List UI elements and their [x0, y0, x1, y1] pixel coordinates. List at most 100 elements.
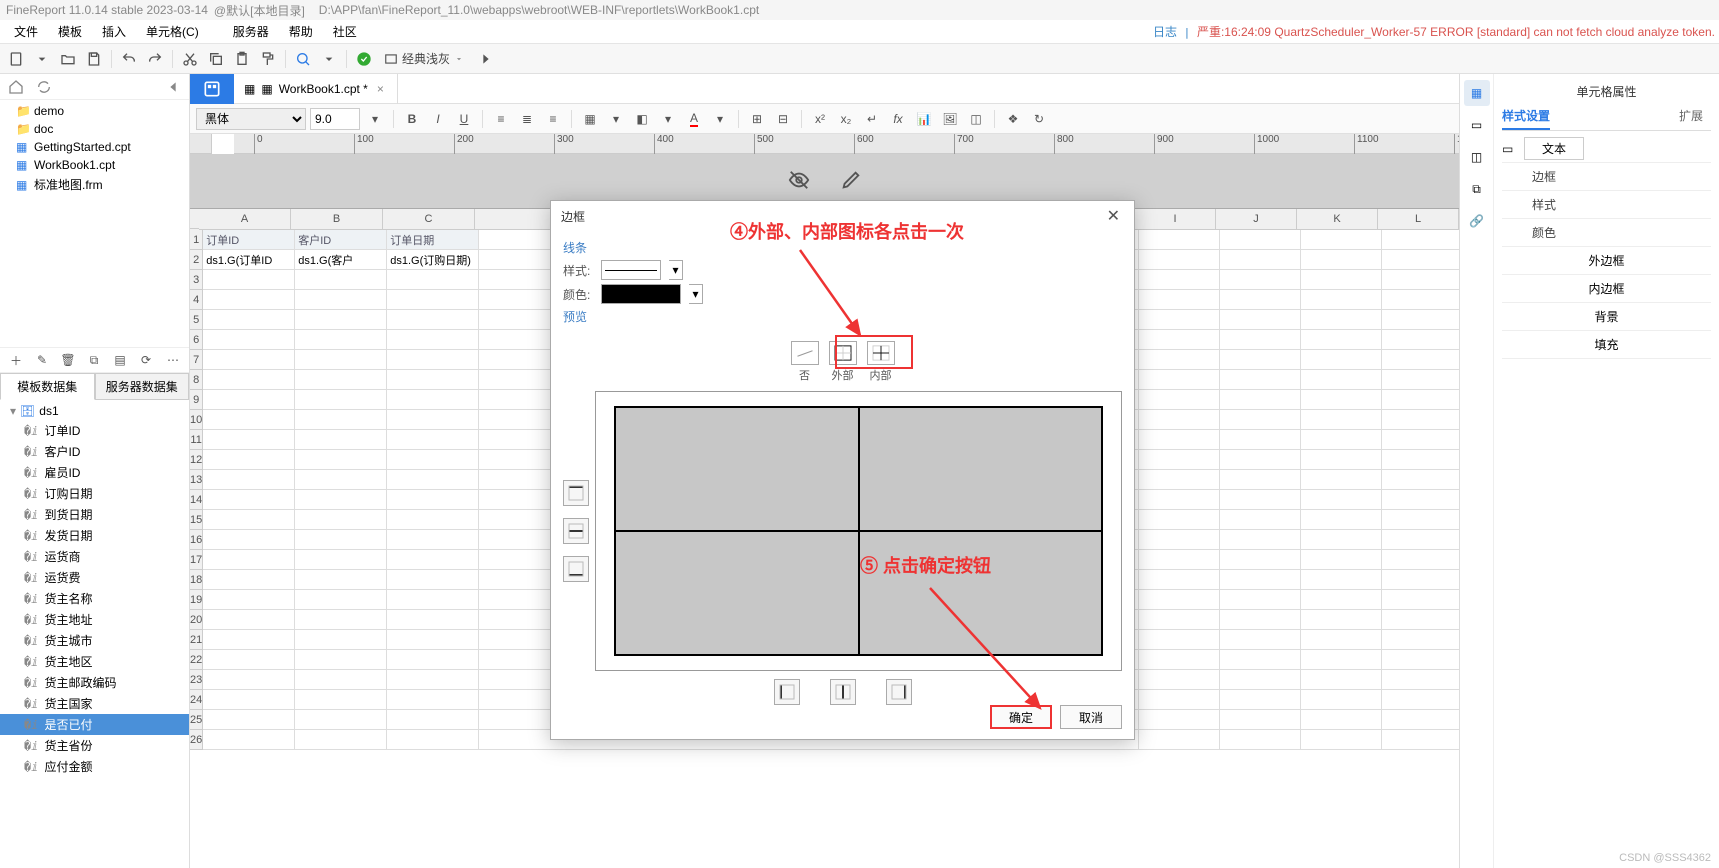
italic-icon[interactable]: I	[427, 108, 449, 130]
cancel-button[interactable]: 取消	[1060, 705, 1122, 729]
tree-file-workbook1[interactable]: ▦WorkBook1.cpt	[0, 156, 189, 174]
close-tab-icon[interactable]: ×	[374, 82, 387, 96]
rp-item-bg[interactable]: 背景	[1594, 308, 1618, 325]
field-货主地区[interactable]: �ⅈ货主地区	[0, 651, 189, 672]
ds-more-icon[interactable]: ⋯	[161, 348, 185, 372]
line-style-dropdown-icon[interactable]: ▾	[669, 260, 683, 280]
tree-folder-demo[interactable]: 📁demo	[0, 102, 189, 120]
menu-community[interactable]: 社区	[323, 20, 367, 43]
font-color-icon[interactable]: A	[683, 108, 705, 130]
border-icon[interactable]: ▦	[579, 108, 601, 130]
theme-selector[interactable]: 经典浅灰	[378, 50, 470, 67]
tab-server-dataset[interactable]: 服务器数据集	[95, 373, 190, 400]
tree-file-map[interactable]: ▦标准地图.frm	[0, 174, 189, 195]
align-left-icon[interactable]: ≡	[490, 108, 512, 130]
new-icon[interactable]	[4, 47, 28, 71]
copy-icon[interactable]	[204, 47, 228, 71]
field-货主国家[interactable]: �ⅈ货主国家	[0, 693, 189, 714]
collapse-right-icon[interactable]	[474, 47, 498, 71]
field-订购日期[interactable]: �ⅈ订购日期	[0, 483, 189, 504]
menu-insert[interactable]: 插入	[92, 20, 136, 43]
eye-off-icon[interactable]	[788, 169, 810, 194]
rp-item-outer[interactable]: 外边框	[1588, 252, 1624, 269]
tree-file-gettingstarted[interactable]: ▦GettingStarted.cpt	[0, 138, 189, 156]
field-雇员ID[interactable]: �ⅈ雇员ID	[0, 462, 189, 483]
field-货主地址[interactable]: �ⅈ货主地址	[0, 609, 189, 630]
ds-delete-icon[interactable]: 🗑	[56, 348, 80, 372]
start-page-icon[interactable]	[190, 74, 234, 104]
row-headers[interactable]: 1234567891011121314151617181920212223242…	[190, 230, 203, 750]
field-运货商[interactable]: �ⅈ运货商	[0, 546, 189, 567]
color-dropdown-icon[interactable]: ▾	[689, 284, 703, 304]
redo-icon[interactable]	[143, 47, 167, 71]
sup-icon[interactable]: x²	[809, 108, 831, 130]
field-应付金额[interactable]: �ⅈ应付金额	[0, 756, 189, 777]
freeze-icon[interactable]: ❖	[1002, 108, 1024, 130]
field-是否已付[interactable]: �ⅈ是否已付	[0, 714, 189, 735]
rp-tab-expand[interactable]: 扩展	[1671, 103, 1711, 130]
font-color-dropdown-icon[interactable]: ▾	[709, 108, 731, 130]
rp-item-inner[interactable]: 内边框	[1588, 280, 1624, 297]
rp-item-style[interactable]: 样式	[1502, 191, 1711, 219]
ds-add-icon[interactable]: ＋	[4, 348, 28, 372]
align-center-icon[interactable]: ≣	[516, 108, 538, 130]
fill-color-icon[interactable]: ◧	[631, 108, 653, 130]
rp-condition-icon[interactable]: ⧉	[1464, 176, 1490, 202]
align-right-icon[interactable]: ≡	[542, 108, 564, 130]
ok-button[interactable]: 确定	[990, 705, 1052, 729]
tab-template-dataset[interactable]: 模板数据集	[0, 373, 95, 400]
tree-folder-doc[interactable]: 📁doc	[0, 120, 189, 138]
font-select[interactable]: 黑体	[196, 108, 306, 130]
field-货主邮政编码[interactable]: �ⅈ货主邮政编码	[0, 672, 189, 693]
unmerge-icon[interactable]: ⊟	[772, 108, 794, 130]
rp-border-icon[interactable]: ▭	[1464, 112, 1490, 138]
preset-none[interactable]: 否	[791, 341, 819, 383]
rp-cell-icon[interactable]: ▦	[1464, 80, 1490, 106]
border-hmid-btn[interactable]	[563, 518, 589, 544]
menu-help[interactable]: 帮助	[279, 20, 323, 43]
rp-item-color[interactable]: 颜色	[1502, 219, 1711, 247]
border-right-btn[interactable]	[886, 679, 912, 705]
field-到货日期[interactable]: �ⅈ到货日期	[0, 504, 189, 525]
tree-home-icon[interactable]	[4, 75, 28, 99]
wrap-icon[interactable]: ↵	[861, 108, 883, 130]
rp-item-fill[interactable]: 填充	[1594, 336, 1618, 353]
border-dropdown-icon[interactable]: ▾	[605, 108, 627, 130]
merge-icon[interactable]: ⊞	[746, 108, 768, 130]
rp-link-icon[interactable]: 🔗	[1464, 208, 1490, 234]
bold-icon[interactable]: B	[401, 108, 423, 130]
function-icon[interactable]: fx	[887, 108, 909, 130]
rp-tab-style[interactable]: 样式设置	[1502, 103, 1550, 130]
field-货主名称[interactable]: �ⅈ货主名称	[0, 588, 189, 609]
check-icon[interactable]	[352, 47, 376, 71]
tree-collapse-icon[interactable]	[161, 75, 185, 99]
paste-icon[interactable]	[230, 47, 254, 71]
menu-server[interactable]: 服务器	[223, 20, 279, 43]
file-tab[interactable]: ▦ ▦ WorkBook1.cpt * ×	[234, 74, 398, 104]
cut-icon[interactable]	[178, 47, 202, 71]
dataset-ds1[interactable]: ▾🗄ds1	[0, 402, 189, 420]
close-icon[interactable]: ✕	[1103, 206, 1124, 226]
widget-icon[interactable]: ◫	[965, 108, 987, 130]
field-发货日期[interactable]: �ⅈ发货日期	[0, 525, 189, 546]
tree-refresh-icon[interactable]	[32, 75, 56, 99]
color-swatch[interactable]	[601, 284, 681, 304]
border-left-btn[interactable]	[774, 679, 800, 705]
undo-icon[interactable]	[117, 47, 141, 71]
preview-icon[interactable]	[291, 47, 315, 71]
preview-dropdown-icon[interactable]	[317, 47, 341, 71]
border-bottom-btn[interactable]	[563, 556, 589, 582]
border-vmid-btn[interactable]	[830, 679, 856, 705]
repeat-icon[interactable]: ↻	[1028, 108, 1050, 130]
open-icon[interactable]	[56, 47, 80, 71]
rp-widget-icon[interactable]: ◫	[1464, 144, 1490, 170]
field-客户ID[interactable]: �ⅈ客户ID	[0, 441, 189, 462]
sub-icon[interactable]: x₂	[835, 108, 857, 130]
field-货主省份[interactable]: �ⅈ货主省份	[0, 735, 189, 756]
line-style-select[interactable]	[601, 260, 661, 280]
image-icon[interactable]: 🖼	[939, 108, 961, 130]
field-运货费[interactable]: �ⅈ运货费	[0, 567, 189, 588]
field-订单ID[interactable]: �ⅈ订单ID	[0, 420, 189, 441]
rp-item-border[interactable]: 边框	[1502, 163, 1711, 191]
format-painter-icon[interactable]	[256, 47, 280, 71]
